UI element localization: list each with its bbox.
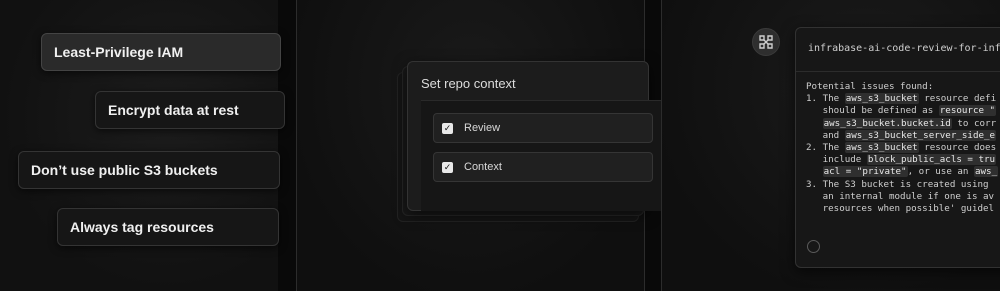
review-text: resource does — [918, 142, 997, 154]
review-line: 3. The S3 bucket is created using — [806, 179, 1000, 191]
infrabase-logo-icon — [752, 28, 780, 56]
review-line: 2. The aws_s3_bucket resource does — [806, 142, 1000, 154]
review-line: aws_s3_bucket.bucket.id to corr — [806, 117, 1000, 130]
review-text: and — [806, 129, 845, 141]
review-text: 2. The — [806, 142, 845, 154]
review-comment-card: infrabase-ai-code-review-for-infra Poten… — [795, 27, 1000, 268]
review-line: include block_public_acls = tru — [806, 154, 1000, 166]
review-line: 1. The aws_s3_bucket resource defi — [806, 93, 1000, 105]
review-text: 3. The S3 bucket is created using — [806, 178, 989, 190]
check-icon[interactable]: ✓ — [442, 122, 453, 134]
review-text: , or use an — [907, 166, 974, 178]
code-token: resource " — [938, 105, 997, 117]
card-title: Set repo context — [421, 76, 516, 91]
rule-chip[interactable]: Don’t use public S3 buckets — [18, 151, 280, 189]
code-token: acl = "private" — [822, 166, 908, 178]
review-text: resource defi — [918, 93, 997, 105]
review-header: infrabase-ai-code-review-for-infra — [796, 28, 1000, 72]
review-line: and aws_s3_bucket_server_side_e — [806, 129, 1000, 142]
code-token: aws_s3_bucket — [844, 93, 919, 105]
check-icon[interactable]: ✓ — [442, 161, 453, 173]
review-line: acl = "private", or use an aws_ — [806, 166, 1000, 178]
review-text: an internal module if one is av — [806, 190, 995, 202]
review-line: resources when possible' guidel — [806, 203, 1000, 215]
code-token: aws_ — [973, 166, 999, 178]
code-token: aws_s3_bucket.bucket.id — [822, 117, 952, 129]
rule-chip[interactable]: Encrypt data at rest — [95, 91, 285, 129]
review-body: Potential issues found: 1. The aws_s3_buc… — [796, 72, 1000, 215]
code-token: aws_s3_bucket_server_side_e — [844, 129, 997, 141]
review-text: include — [806, 154, 867, 166]
review-line: Potential issues found: — [806, 81, 1000, 93]
review-line: should be defined as resource " — [806, 105, 1000, 117]
review-line: an internal module if one is av — [806, 191, 1000, 203]
options-list: ✓ Review ✓ Context — [421, 100, 661, 211]
review-text: to corr — [951, 117, 997, 129]
emoji-icon[interactable] — [807, 240, 820, 253]
option-label: Context — [464, 161, 502, 173]
rule-chip[interactable]: Always tag resources — [57, 208, 279, 246]
rule-chip[interactable]: Least-Privilege IAM — [41, 33, 281, 71]
option-review[interactable]: ✓ Review — [433, 113, 653, 143]
code-token: aws_s3_bucket — [844, 142, 919, 154]
review-text — [806, 166, 823, 177]
review-text: 1. The — [806, 93, 845, 105]
repo-context-card: Set repo context ✓ Review ✓ Context — [407, 61, 661, 211]
review-text: resources when possible' guidel — [806, 203, 995, 215]
option-context[interactable]: ✓ Context — [433, 152, 653, 182]
review-text — [806, 118, 823, 129]
code-token: block_public_acls = tru — [866, 154, 997, 166]
review-text: should be defined as — [806, 105, 939, 117]
option-label: Review — [464, 122, 501, 134]
review-text: Potential issues found: — [806, 81, 934, 92]
